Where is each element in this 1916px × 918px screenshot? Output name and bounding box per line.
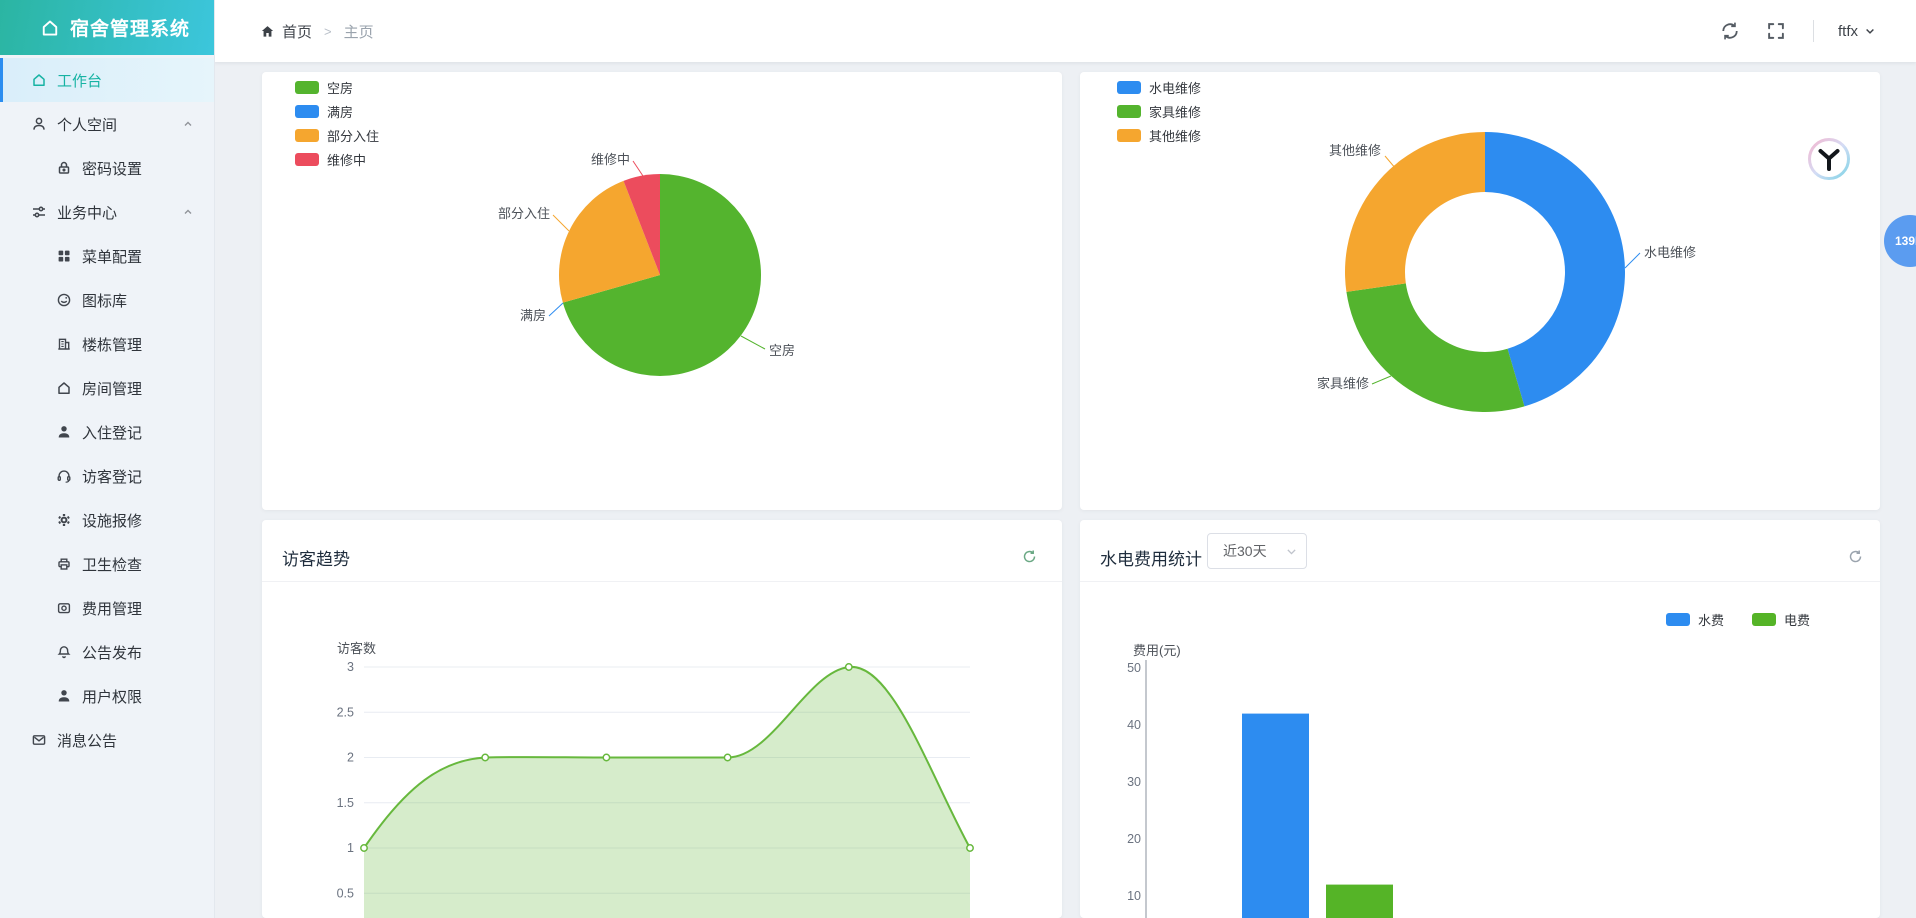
svg-text:家具维修: 家具维修 [1317, 376, 1369, 391]
chevron-up-icon [182, 206, 194, 218]
sidebar-item-label: 密码设置 [82, 158, 142, 179]
sidebar-item-label: 用户权限 [82, 686, 142, 707]
sidebar-item-workbench[interactable]: 工作台 [0, 58, 214, 102]
sidebar-item-label: 访客登记 [82, 466, 142, 487]
lock-icon [56, 160, 72, 176]
sidebar-menu: 工作台个人空间密码设置业务中心菜单配置图标库楼栋管理房间管理入住登记访客登记设施… [0, 58, 214, 762]
sidebar-item-label: 费用管理 [82, 598, 142, 619]
sidebar-item-label: 楼栋管理 [82, 334, 142, 355]
sidebar-item-label: 消息公告 [57, 730, 117, 751]
content: 空房 满房 部分入住 维修中 维修中部分入住满房空房 水电维修家具维修 其他维修 其他维… [214, 62, 1916, 918]
person-icon [56, 688, 72, 704]
app-logo: 宿舍管理系统 [0, 0, 214, 55]
memory-badge[interactable]: 139M [1884, 215, 1916, 267]
breadcrumb-current: 主页 [344, 21, 374, 42]
repair-donut-chart[interactable]: 其他维修水电维修家具维修 [1080, 72, 1880, 510]
user-dropdown[interactable]: ftfx [1838, 23, 1876, 40]
fullscreen-icon[interactable] [1765, 20, 1787, 42]
sidebar-item-privilege[interactable]: 用户权限 [0, 674, 214, 718]
fee-bar-chart[interactable]: 费用(元) 50 40 30 20 10 [1080, 520, 1880, 918]
svg-text:10: 10 [1127, 889, 1141, 903]
sidebar-item-personal[interactable]: 个人空间 [0, 102, 214, 146]
divider [1813, 20, 1814, 42]
svg-text:3: 3 [347, 660, 354, 674]
sidebar-item-business[interactable]: 业务中心 [0, 190, 214, 234]
home-icon [40, 18, 60, 38]
topbar-actions: ftfx [1695, 20, 1876, 42]
svg-text:1.5: 1.5 [337, 796, 354, 810]
breadcrumb-home[interactable]: 首页 [282, 21, 312, 42]
visitor-trend-chart[interactable]: 访客数 3 2.5 2 1.5 1 0.5 [262, 520, 1062, 918]
extension-widget-icon[interactable] [1807, 137, 1851, 181]
sidebar-item-password[interactable]: 密码设置 [0, 146, 214, 190]
chevron-up-icon [182, 118, 194, 130]
breadcrumb-separator: > [324, 24, 332, 39]
sidebar-item-hygiene[interactable]: 卫生检查 [0, 542, 214, 586]
svg-text:空房: 空房 [769, 343, 795, 358]
sidebar-item-label: 设施报修 [82, 510, 142, 531]
sidebar-item-icon-lib[interactable]: 图标库 [0, 278, 214, 322]
printer-icon [56, 556, 72, 572]
sidebar-item-label: 工作台 [57, 70, 102, 91]
svg-text:维修中: 维修中 [591, 152, 630, 167]
sidebar-item-label: 入住登记 [82, 422, 142, 443]
sidebar-item-menu-config[interactable]: 菜单配置 [0, 234, 214, 278]
breadcrumb: 首页 > 主页 [260, 21, 374, 42]
repair-stats-card: 水电维修家具维修 其他维修 其他维修水电维修家具维修 [1080, 72, 1880, 510]
sidebar-item-checkin[interactable]: 入住登记 [0, 410, 214, 454]
svg-text:费用(元): 费用(元) [1133, 643, 1181, 658]
sidebar-item-building[interactable]: 楼栋管理 [0, 322, 214, 366]
refresh-icon[interactable] [1719, 20, 1741, 42]
svg-text:30: 30 [1127, 775, 1141, 789]
sidebar-item-label: 菜单配置 [82, 246, 142, 267]
sidebar-item-visitor[interactable]: 访客登记 [0, 454, 214, 498]
headset-icon [56, 468, 72, 484]
image-icon [56, 292, 72, 308]
sidebar-item-label: 业务中心 [57, 202, 117, 223]
svg-text:0.5: 0.5 [337, 886, 354, 900]
sidebar: 宿舍管理系统 工作台个人空间密码设置业务中心菜单配置图标库楼栋管理房间管理入住登… [0, 0, 215, 918]
svg-text:1: 1 [347, 841, 354, 855]
svg-text:访客数: 访客数 [337, 641, 376, 656]
sidebar-item-label: 图标库 [82, 290, 127, 311]
svg-text:2: 2 [347, 751, 354, 765]
app-title: 宿舍管理系统 [70, 14, 190, 41]
fee-stats-card: 水电费用统计 近30天 水费电费 费用(元)5040302010 [1080, 520, 1880, 918]
svg-text:20: 20 [1127, 832, 1141, 846]
topbar: 首页 > 主页 ftfx [214, 0, 1916, 62]
room-status-card: 空房 满房 部分入住 维修中 维修中部分入住满房空房 [262, 72, 1062, 510]
gear-icon [56, 512, 72, 528]
chevron-down-icon [1864, 25, 1876, 37]
svg-text:满房: 满房 [520, 308, 546, 323]
sidebar-item-repair[interactable]: 设施报修 [0, 498, 214, 542]
svg-text:部分入住: 部分入住 [498, 206, 550, 221]
sidebar-item-label: 房间管理 [82, 378, 142, 399]
room-status-pie-chart[interactable]: 维修中部分入住满房空房 [262, 72, 1062, 510]
svg-text:40: 40 [1127, 718, 1141, 732]
username: ftfx [1838, 23, 1858, 40]
building-icon [56, 336, 72, 352]
svg-text:水电维修: 水电维修 [1644, 245, 1696, 260]
svg-text:50: 50 [1127, 661, 1141, 675]
home-icon[interactable] [260, 24, 275, 39]
sidebar-item-label: 公告发布 [82, 642, 142, 663]
person-icon [56, 424, 72, 440]
user-icon [31, 116, 47, 132]
bell-icon [56, 644, 72, 660]
sidebar-item-message[interactable]: 消息公告 [0, 718, 214, 762]
sidebar-item-label: 个人空间 [57, 114, 117, 135]
sidebar-item-fee[interactable]: 费用管理 [0, 586, 214, 630]
grid-icon [56, 248, 72, 264]
sliders-icon [31, 204, 47, 220]
house-icon [56, 380, 72, 396]
svg-text:其他维修: 其他维修 [1329, 143, 1381, 158]
mail-icon [31, 732, 47, 748]
svg-text:2.5: 2.5 [337, 705, 354, 719]
visitor-trend-card: 访客趋势 访客数32.521.510.5 [262, 520, 1062, 918]
card-icon [56, 600, 72, 616]
sidebar-item-label: 卫生检查 [82, 554, 142, 575]
sidebar-item-notice[interactable]: 公告发布 [0, 630, 214, 674]
sidebar-item-room[interactable]: 房间管理 [0, 366, 214, 410]
home-icon [31, 72, 47, 88]
